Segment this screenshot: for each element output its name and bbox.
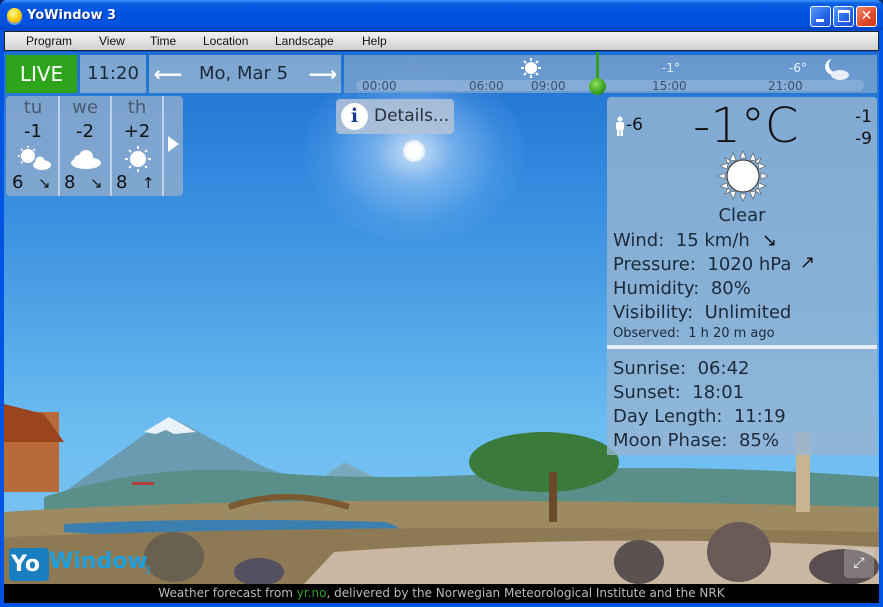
timeline-moon-cloud-icon: [825, 59, 849, 80]
forecast-day[interactable]: we -2 8 ↘: [60, 96, 110, 196]
forecast-panel: tu -1 6 ↘ we -2 8 ↘ th +2 8 ↑: [6, 96, 183, 196]
forecast-day[interactable]: th +2 8 ↑: [112, 96, 162, 196]
timeline-temp: -1°: [662, 61, 680, 75]
window-title: YoWindow 3: [27, 8, 117, 23]
status-suffix: , delivered by the Norwegian Meteorologi…: [326, 586, 725, 600]
rock-4: [707, 522, 771, 582]
close-button[interactable]: ✕: [856, 6, 877, 27]
time-marker-handle[interactable]: [589, 78, 606, 95]
rock-1: [144, 532, 204, 582]
maximize-button[interactable]: [833, 6, 854, 27]
wind-direction-icon: ↑: [142, 174, 155, 192]
prev-day-arrow-icon[interactable]: ⟵: [151, 55, 185, 93]
minimize-button[interactable]: [810, 6, 831, 27]
menu-landscape[interactable]: Landscape: [275, 34, 334, 48]
forecast-day[interactable]: tu -1 6 ↘: [8, 96, 58, 196]
details-label: Details...: [374, 106, 450, 126]
timeline-label: 21:00: [768, 79, 803, 93]
forecast-day-temp: +2: [123, 121, 151, 142]
app-sun-icon: [7, 8, 22, 23]
menu-bar: Program View Time Location Landscape Hel…: [4, 31, 879, 51]
pine-tree-canopy: [469, 432, 619, 492]
forecast-day-name: tu: [23, 97, 43, 118]
timeline-temp: -6°: [789, 61, 807, 75]
torii-gate: [132, 482, 154, 485]
day-length-info: Day Length: 11:19: [613, 406, 786, 427]
info-icon: i: [341, 103, 368, 130]
wind-direction-icon: ↘: [762, 230, 778, 251]
details-button[interactable]: i Details...: [336, 99, 454, 134]
menu-location[interactable]: Location: [203, 34, 248, 48]
forecast-day-name: th: [127, 97, 147, 118]
menu-help[interactable]: Help: [362, 34, 387, 48]
sun-cloud-icon: [18, 146, 51, 170]
wind-direction-icon: ↘: [38, 174, 51, 192]
menu-view[interactable]: View: [99, 34, 125, 48]
wind-info: Wind: 15 km/h: [613, 230, 750, 251]
panel-divider: [607, 345, 877, 349]
visibility-info: Visibility: Unlimited: [613, 302, 792, 323]
live-button[interactable]: LIVE: [6, 55, 77, 93]
date-navigator: ⟵ Mo, Mar 5 ⟶: [149, 55, 341, 93]
moon-phase-info: Moon Phase: 85%: [613, 430, 779, 451]
forecast-day-wind: 8: [116, 172, 128, 193]
timeline-label: 15:00: [652, 79, 687, 93]
condition-label: Clear: [718, 205, 766, 226]
menu-time[interactable]: Time: [150, 34, 176, 48]
timeline-label: 06:00: [469, 79, 504, 93]
current-time[interactable]: 11:20: [80, 55, 146, 93]
sunrise-info: Sunrise: 06:42: [613, 358, 750, 379]
title-bar[interactable]: YoWindow 3 ✕: [0, 0, 883, 30]
logo-version: 3: [144, 564, 151, 577]
app-window: YoWindow 3 ✕ Program View Time Location …: [0, 0, 883, 607]
status-prefix: Weather forecast from: [158, 586, 297, 600]
feels-like-temp: -6: [626, 115, 643, 135]
minimize-icon: [816, 19, 824, 22]
forecast-day-temp: -2: [76, 121, 94, 142]
timeline-label: 00:00: [362, 79, 397, 93]
forecast-day-wind: 8: [64, 172, 76, 193]
pressure-trend-icon: ↗: [800, 252, 816, 273]
clear-sun-icon: [717, 150, 769, 202]
fullscreen-button[interactable]: ⤢: [844, 548, 874, 578]
person-feels-like-icon: [616, 116, 624, 136]
current-temperature: -1°C: [693, 98, 799, 154]
low-temp: -9: [855, 129, 872, 149]
sun-icon: [125, 146, 151, 172]
close-icon: ✕: [860, 8, 873, 24]
mountain-snowcap: [144, 417, 196, 434]
forecast-day-temp: -1: [24, 121, 42, 142]
yr-no-link[interactable]: yr.no: [297, 586, 327, 600]
current-date: Mo, Mar 5: [199, 63, 289, 84]
pressure-info: Pressure: 1020 hPa: [613, 254, 792, 275]
weather-scene[interactable]: LIVE 11:20 ⟵ Mo, Mar 5 ⟶ 00:00 06:00 09:…: [4, 52, 879, 584]
humidity-info: Humidity: 80%: [613, 278, 751, 299]
separator: [162, 96, 164, 196]
sunset-info: Sunset: 18:01: [613, 382, 745, 403]
next-day-arrow-icon[interactable]: ⟶: [306, 55, 340, 93]
yowindow-logo: Yo: [9, 548, 49, 581]
observed-time: Observed: 1 h 20 m ago: [613, 326, 775, 341]
forecast-day-name: we: [72, 97, 98, 118]
time-bar: LIVE 11:20 ⟵ Mo, Mar 5 ⟶ 00:00 06:00 09:…: [4, 52, 879, 96]
high-temp: -1: [855, 107, 872, 127]
timeline-slider[interactable]: 00:00 06:00 09:00 15:00 21:00 -1° -6°: [344, 52, 877, 95]
forecast-day-wind: 6: [12, 172, 24, 193]
current-conditions-panel: -6 -1°C -1 -9 Clear Wind: 15 km/h ↘ Pres…: [607, 97, 877, 455]
timeline-label: 09:00: [531, 79, 566, 93]
status-bar: Weather forecast from yr.no, delivered b…: [4, 584, 879, 603]
expand-icon: ⤢: [853, 555, 865, 571]
sun-disc: [403, 140, 425, 162]
cloud-icon: [71, 150, 101, 169]
menu-program[interactable]: Program: [26, 34, 72, 48]
timeline-sun-icon: [521, 58, 541, 78]
rock-3: [614, 540, 664, 584]
maximize-icon: [838, 10, 850, 22]
wind-direction-icon: ↘: [90, 174, 103, 192]
forecast-next-arrow-icon[interactable]: [168, 136, 179, 152]
pine-tree-trunk: [549, 472, 557, 522]
logo-text: Window: [49, 549, 148, 574]
